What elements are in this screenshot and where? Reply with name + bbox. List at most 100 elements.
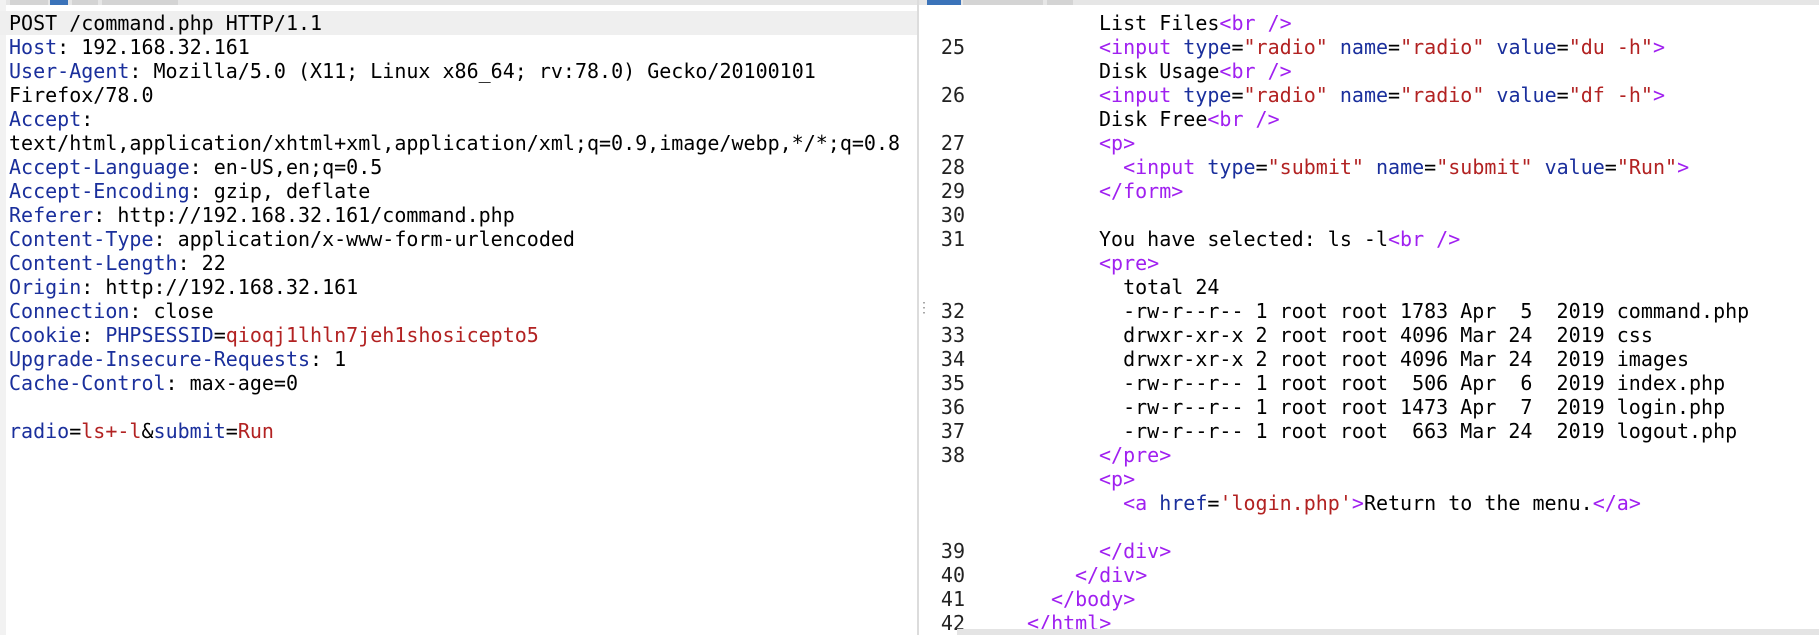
line-number: 35 xyxy=(940,371,965,395)
header-value: close xyxy=(153,299,214,323)
code-text: You have selected: ls -l xyxy=(1099,227,1388,251)
response-tab-render[interactable] xyxy=(1047,0,1073,5)
header-line: Accept-Language: en-US,en;q=0.5 xyxy=(9,155,383,179)
html-attribute: name xyxy=(1375,155,1425,179)
header-line: text/html,application/xhtml+xml,applicat… xyxy=(9,131,917,155)
header-line: Content-Type: application/x-www-form-url… xyxy=(9,227,575,251)
code-text: Return to the menu. xyxy=(1363,491,1593,515)
code-text: total 24 xyxy=(1099,275,1220,299)
request-tab-actions[interactable] xyxy=(102,0,178,5)
code-line: </body> xyxy=(1051,587,1819,611)
line-number: 40 xyxy=(940,563,965,587)
header-line: Cache-Control: max-age=0 xyxy=(9,371,299,395)
html-attribute: href xyxy=(1159,491,1208,515)
line-number: 39 xyxy=(940,539,965,563)
header-name: User-Agent xyxy=(9,59,130,83)
code-line: <input type="submit" name="submit" value… xyxy=(1099,155,1819,179)
line-number: 36 xyxy=(940,395,965,419)
line-number xyxy=(917,59,965,83)
cookie-header: Cookie: PHPSESSID=qioqj1lhln7jeh1shosice… xyxy=(9,323,539,347)
request-text[interactable]: POST /command.php HTTP/1.1 Host: 192.168… xyxy=(0,11,917,443)
header-value: max-age=0 xyxy=(189,371,299,395)
html-tag: <p> xyxy=(1099,467,1136,491)
code-text: drwxr-xr-x 2 root root 4096 Mar 24 2019 … xyxy=(1099,323,1653,347)
html-tag: > xyxy=(1652,35,1666,59)
code-line: <pre> xyxy=(1099,251,1819,275)
code-line: </div> xyxy=(1099,539,1819,563)
header-value: Mozilla/5.0 (X11; Linux x86_64; rv:78.0)… xyxy=(153,59,816,83)
code-text: Disk Free xyxy=(1099,107,1208,131)
code-line: -rw-r--r-- 1 root root 663 Mar 24 2019 l… xyxy=(1099,419,1819,443)
header-value: http://192.168.32.161/command.php xyxy=(117,203,515,227)
html-string: "radio" xyxy=(1400,83,1485,107)
header-value: gzip, deflate xyxy=(213,179,371,203)
code-line: <p> xyxy=(1099,131,1819,155)
html-tag: </form> xyxy=(1099,179,1184,203)
html-attribute: value xyxy=(1496,83,1557,107)
code-text: -rw-r--r-- 1 root root 506 Apr 6 2019 in… xyxy=(1099,371,1726,395)
code-text: -rw-r--r-- 1 root root 1473 Apr 7 2019 l… xyxy=(1099,395,1726,419)
request-line: POST /command.php HTTP/1.1 xyxy=(0,11,917,35)
header-value: 192.168.32.161 xyxy=(81,35,250,59)
code-line: -rw-r--r-- 1 root root 506 Apr 6 2019 in… xyxy=(1099,371,1819,395)
request-tab-hex[interactable] xyxy=(72,0,98,5)
header-line: Upgrade-Insecure-Requests: 1 xyxy=(9,347,347,371)
response-tab-pretty[interactable] xyxy=(927,0,961,5)
header-line: Accept-Encoding: gzip, deflate xyxy=(9,179,371,203)
header-line: Content-Length: 22 xyxy=(9,251,226,275)
html-string: "radio" xyxy=(1400,35,1485,59)
html-tag: <br /> xyxy=(1219,59,1292,83)
code-line: -rw-r--r-- 1 root root 1473 Apr 7 2019 l… xyxy=(1099,395,1819,419)
response-viewer[interactable]: ⋮ 25 26 27 28 29 30 31 32 33 34 35 36 37 38 39 40 41 42 L… xyxy=(917,0,1819,635)
response-tab-raw[interactable] xyxy=(963,0,1043,5)
header-line: Referer: http://192.168.32.161/command.p… xyxy=(9,203,515,227)
header-value: 22 xyxy=(201,251,226,275)
header-value: 1 xyxy=(334,347,347,371)
request-body: radio=ls+-l&submit=Run xyxy=(9,419,274,443)
line-number xyxy=(917,251,965,275)
html-tag: <br /> xyxy=(1207,107,1280,131)
request-tab-pretty[interactable] xyxy=(10,0,48,5)
line-number: 31 xyxy=(940,227,965,251)
horizontal-scrollbar[interactable] xyxy=(957,629,1819,635)
html-tag: > xyxy=(1351,491,1364,515)
line-number: 28 xyxy=(940,155,965,179)
code-line: </div> xyxy=(1075,563,1819,587)
response-tab-strip xyxy=(917,0,1819,5)
response-html-source[interactable]: List Files<br /> <input type="radio" name… xyxy=(1027,11,1819,635)
code-text: = xyxy=(1231,83,1244,107)
request-tab-raw[interactable] xyxy=(50,0,68,5)
html-attribute: type xyxy=(1183,83,1232,107)
header-line: Origin: http://192.168.32.161 xyxy=(9,275,359,299)
request-editor[interactable]: POST /command.php HTTP/1.1 Host: 192.168… xyxy=(0,0,917,635)
header-line: Connection: close xyxy=(9,299,214,323)
header-line: User-Agent: Mozilla/5.0 (X11; Linux x86_… xyxy=(9,59,816,83)
code-text: = xyxy=(1556,35,1569,59)
header-line: Host: 192.168.32.161 xyxy=(9,35,250,59)
code-line: <input type="radio" name="radio" value="… xyxy=(1099,83,1819,107)
line-number: 33 xyxy=(940,323,965,347)
header-name: Connection xyxy=(9,299,130,323)
code-text: = xyxy=(1231,35,1244,59)
code-line: You have selected: ls -l<br /> xyxy=(1099,227,1819,251)
html-tag: <a xyxy=(1123,491,1160,515)
code-text: = xyxy=(1255,155,1268,179)
html-tag: </div> xyxy=(1075,563,1148,587)
html-tag: <input xyxy=(1123,155,1208,179)
html-tag: </div> xyxy=(1099,539,1172,563)
code-line: </pre> xyxy=(1099,443,1819,467)
line-number-gutter: 25 26 27 28 29 30 31 32 33 34 35 36 37 38 39 40 41 42 xyxy=(917,11,965,635)
code-line: Disk Free<br /> xyxy=(1099,107,1819,131)
code-line: <a href='login.php'>Return to the menu.<… xyxy=(1099,491,1819,515)
html-tag: <br /> xyxy=(1219,11,1292,35)
line-number: 34 xyxy=(940,347,965,371)
header-value: Firefox/78.0 xyxy=(9,83,154,107)
line-number: 29 xyxy=(940,179,965,203)
html-attribute: type xyxy=(1207,155,1256,179)
html-string: "radio" xyxy=(1243,83,1328,107)
header-line: Firefox/78.0 xyxy=(9,83,917,107)
